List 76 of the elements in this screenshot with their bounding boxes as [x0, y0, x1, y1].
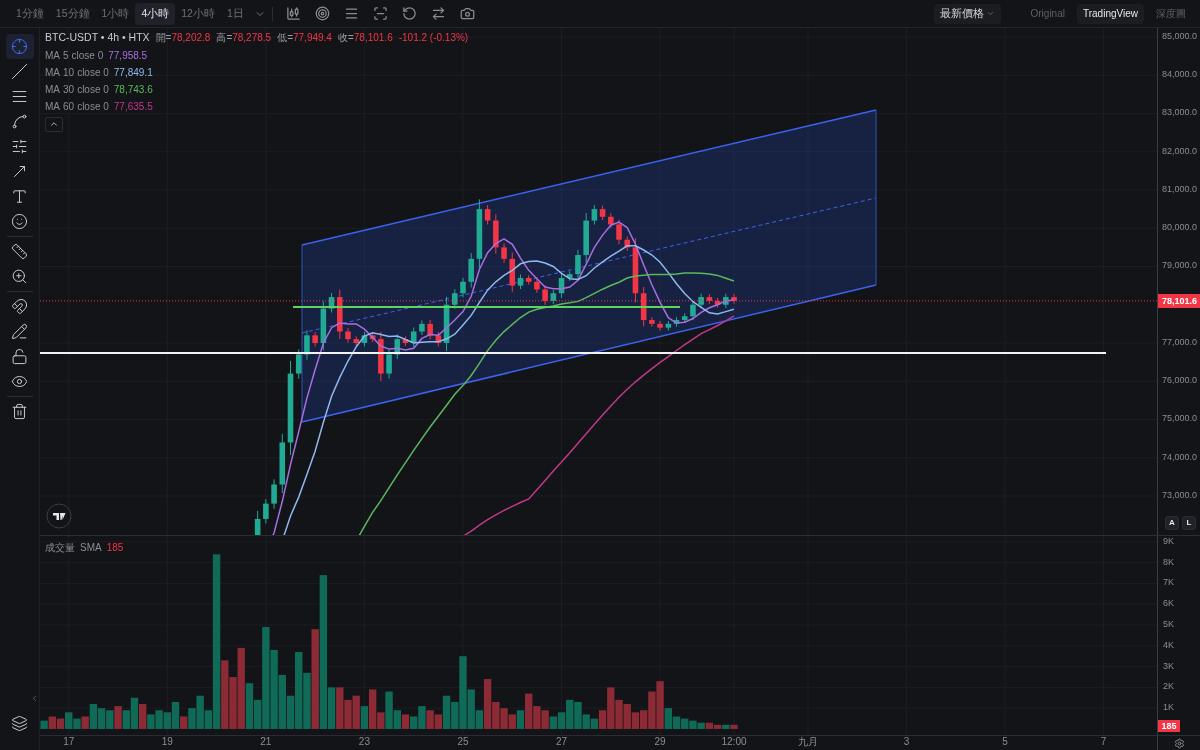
volume-badge: 185: [1158, 720, 1180, 732]
time-axis-label: 27: [555, 737, 568, 747]
timeframe-tab[interactable]: 4小時: [135, 2, 176, 25]
timeframe-tab[interactable]: 1日: [220, 2, 250, 25]
volume-axis-label: 2K: [1163, 682, 1174, 692]
time-axis-label: 3: [903, 737, 910, 747]
price-axis-label: 79,000.0: [1162, 261, 1198, 271]
volume-axis-label: 6K: [1163, 599, 1174, 609]
price-type-dropdown[interactable]: 最新價格: [933, 3, 1001, 24]
indicator-value: 78,743.6: [113, 83, 153, 98]
indicator-label: SMA: [80, 541, 102, 555]
volume-axis-label: 7K: [1163, 578, 1174, 588]
view-tab[interactable]: Original: [1024, 3, 1071, 24]
indicator-source: close 0: [71, 49, 104, 64]
symbol-title: BTC-USDT • 4h • HTX: [45, 30, 150, 45]
ohlc-value: 78,278.5: [232, 31, 272, 46]
price-axis-label: 76,000.0: [1162, 376, 1198, 386]
indicator-value: 77,635.5: [113, 100, 153, 115]
volume-axis-label: 4K: [1163, 640, 1174, 650]
timeframe-tab[interactable]: 1小時: [95, 2, 136, 25]
indicator-value: 77,958.5: [108, 49, 148, 64]
indicator-value: 77,849.1: [113, 66, 153, 81]
time-axis-label: 12:00: [721, 737, 747, 747]
ohlc-label: 收=: [337, 31, 354, 46]
price-axis-label: 77,000.0: [1162, 338, 1198, 347]
volume-axis-label: 1K: [1163, 703, 1174, 713]
indicator-period: 30: [63, 83, 75, 98]
timeframe-tab[interactable]: 15分鐘: [49, 2, 96, 25]
volume-label: 成交量: [45, 541, 75, 555]
price-axis-label: 81,000.0: [1162, 185, 1198, 194]
time-axis-label: 23: [358, 737, 370, 747]
ohlc-value: 78,101.6: [353, 31, 393, 46]
scale-button[interactable]: L: [1182, 516, 1196, 530]
view-tab[interactable]: 深度圖: [1150, 3, 1192, 24]
time-axis-label: 5: [1002, 737, 1008, 747]
indicator-value: 185: [106, 541, 124, 555]
price-axis-label: 74,000.0: [1162, 452, 1198, 462]
volume-axis-label: 8K: [1163, 557, 1174, 567]
indicator-source: close 0: [77, 100, 109, 115]
volume-axis-label: 5K: [1163, 620, 1174, 629]
last-price-badge: 78,101.6: [1158, 293, 1200, 308]
indicator-period: 5: [63, 49, 69, 64]
indicator-source: close 0: [77, 83, 109, 98]
price-axis-label: 80,000.0: [1162, 223, 1198, 233]
price-axis-label: 82,000.0: [1162, 146, 1198, 156]
ohlc-label: 低=: [277, 31, 293, 46]
time-axis-label: 29: [654, 737, 666, 747]
ohlc-label: 開=: [155, 31, 172, 46]
indicator-name: MA: [45, 49, 60, 64]
indicator-source: close 0: [77, 66, 109, 81]
time-axis-label: 7: [1100, 737, 1107, 747]
ohlc-value: 77,949.4: [293, 31, 332, 46]
time-axis-label: 25: [457, 737, 469, 747]
price-axis-label: 85,000.0: [1162, 32, 1198, 41]
indicator-period: 60: [63, 100, 75, 115]
time-axis-label: 19: [161, 737, 173, 747]
price-change: -101.2 (-0.13%): [398, 31, 469, 46]
ohlc-label: 高=: [216, 31, 233, 46]
price-axis-label: 83,000.0: [1162, 108, 1198, 118]
time-axis-label: 17: [63, 737, 75, 747]
indicator-name: MA: [45, 66, 60, 81]
volume-axis-label: 3K: [1163, 661, 1174, 671]
indicator-name: MA: [45, 83, 60, 98]
view-tab[interactable]: TradingView: [1076, 3, 1144, 24]
volume-axis-label: 9K: [1163, 536, 1174, 546]
time-axis-label: 21: [260, 737, 272, 747]
price-axis-label: 84,000.0: [1162, 70, 1198, 80]
price-axis-label: 73,000.0: [1162, 491, 1198, 500]
indicator-name: MA: [45, 100, 60, 115]
scale-button[interactable]: A: [1165, 516, 1179, 530]
indicator-period: 10: [63, 66, 75, 81]
price-axis-label: 75,000.0: [1162, 414, 1198, 424]
ohlc-value: 78,202.8: [171, 31, 211, 46]
time-axis-label: 九月: [797, 737, 818, 747]
timeframe-tab[interactable]: 1分鐘: [10, 2, 50, 25]
timeframe-tab[interactable]: 12小時: [175, 2, 221, 25]
